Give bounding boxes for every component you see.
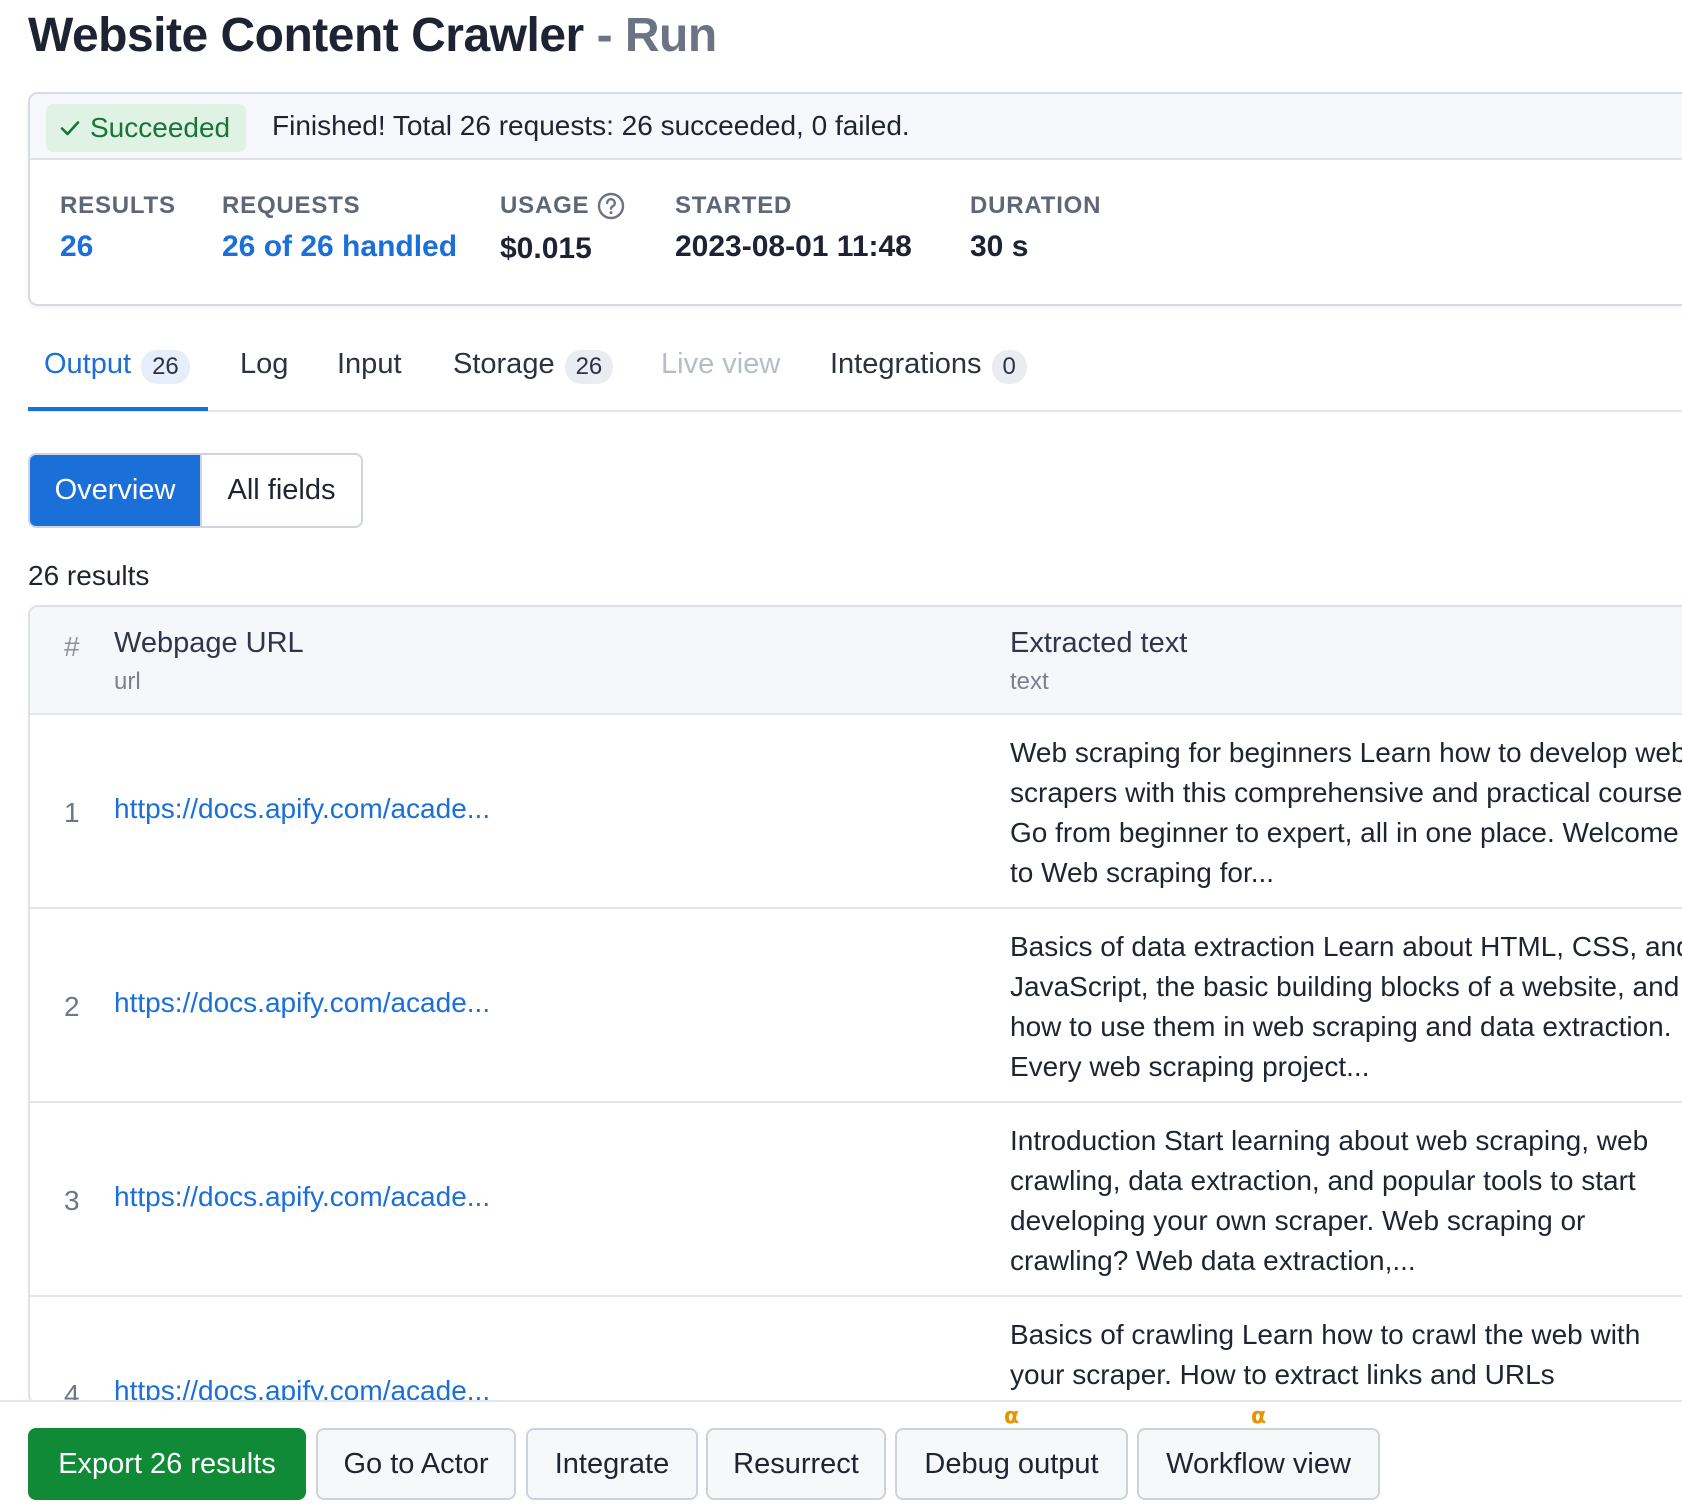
tab-live-view: Live view (661, 340, 780, 412)
all-fields-toggle-button[interactable]: All fields (200, 455, 361, 526)
row-index: 3 (64, 1185, 80, 1216)
row-url-link[interactable]: https://docs.apify.com/acade... (114, 987, 490, 1019)
tab-input-label: Input (337, 348, 402, 380)
tab-log[interactable]: Log (240, 340, 288, 412)
go-to-actor-button[interactable]: Go to Actor (316, 1428, 516, 1500)
workflow-view-label: Workflow view (1166, 1447, 1351, 1480)
table-row: 2 https://docs.apify.com/acade... Basics… (30, 909, 1682, 1103)
stat-started-value: 2023-08-01 11:48 (675, 230, 912, 263)
column-url-header: Webpage URL url (114, 627, 304, 696)
tab-live-view-label: Live view (661, 348, 781, 380)
table-header: # Webpage URL url Extracted text text (30, 607, 1682, 715)
tab-storage[interactable]: Storage 26 (453, 340, 614, 412)
view-toggle: Overview All fields (28, 453, 363, 528)
export-results-button[interactable]: Export 26 results (28, 1428, 306, 1500)
row-extracted-text: Web scraping for beginners Learn how to … (1010, 737, 1682, 888)
run-summary-card: Succeeded Finished! Total 26 requests: 2… (28, 92, 1682, 306)
stat-started-label: STARTED (675, 192, 793, 219)
row-index: 2 (64, 991, 80, 1022)
row-url-link[interactable]: https://docs.apify.com/acade... (114, 793, 490, 825)
tab-integrations-label: Integrations (830, 348, 982, 380)
tab-output[interactable]: Output 26 (28, 340, 208, 411)
overview-toggle-button[interactable]: Overview (30, 455, 200, 526)
stat-usage-label: USAGE (500, 192, 590, 219)
stat-results-label: RESULTS (60, 192, 176, 219)
stat-requests-label: REQUESTS (222, 192, 361, 219)
debug-output-button[interactable]: α Debug output (895, 1404, 1128, 1500)
stat-duration-value: 30 s (970, 230, 1029, 263)
results-count: 26 results (28, 560, 150, 591)
stat-usage-header: USAGE (500, 192, 625, 220)
status-message: Finished! Total 26 requests: 26 succeede… (272, 110, 910, 141)
row-extracted-text: Introduction Start learning about web sc… (1010, 1125, 1649, 1276)
stat-usage: USAGE $0.015 (500, 192, 625, 266)
check-icon (60, 121, 80, 136)
actor-name: Website Content Crawler (28, 9, 584, 62)
tab-input[interactable]: Input (337, 340, 402, 412)
integrate-button[interactable]: Integrate (526, 1428, 698, 1500)
table-row: 3 https://docs.apify.com/acade... Introd… (30, 1103, 1682, 1297)
stat-duration: DURATION 30 s (970, 192, 1101, 264)
stat-requests-link[interactable]: 26 of 26 handled (222, 230, 457, 264)
stat-duration-label: DURATION (970, 192, 1102, 219)
title-suffix: Run (624, 9, 717, 62)
table-row: 1 https://docs.apify.com/acade... Web sc… (30, 715, 1682, 909)
tab-output-label: Output (44, 348, 132, 380)
tab-storage-count: 26 (564, 350, 614, 384)
status-bar: Succeeded Finished! Total 26 requests: 2… (30, 94, 1682, 160)
workflow-view-button[interactable]: α Workflow view (1137, 1404, 1380, 1500)
column-index-header: # (64, 631, 80, 662)
tab-integrations[interactable]: Integrations 0 (830, 340, 1027, 412)
row-index: 1 (64, 797, 80, 828)
alpha-badge: α (1250, 1404, 1267, 1429)
row-extracted-text: Basics of data extraction Learn about HT… (1010, 931, 1682, 1082)
column-text-title: Extracted text (1010, 627, 1188, 659)
debug-output-label: Debug output (924, 1447, 1099, 1480)
table-row: 4 https://docs.apify.com/acade... Basics… (30, 1297, 1682, 1403)
tab-output-count: 26 (141, 350, 190, 384)
status-badge: Succeeded (46, 104, 247, 152)
run-tabs: Output 26 Log Input Storage 26 Live view… (28, 340, 1682, 412)
column-text-header: Extracted text text (1010, 627, 1187, 696)
stat-results: RESULTS 26 (60, 192, 176, 264)
results-table: # Webpage URL url Extracted text text 1 … (28, 605, 1682, 1405)
column-text-key: text (1010, 668, 1049, 695)
help-icon[interactable] (597, 192, 625, 220)
action-bar: Export 26 results Go to Actor Integrate … (0, 1400, 1682, 1506)
stat-usage-value: $0.015 (500, 232, 592, 265)
stat-results-link[interactable]: 26 (60, 230, 176, 264)
status-badge-label: Succeeded (90, 112, 231, 143)
tab-storage-label: Storage (453, 348, 555, 380)
tab-integrations-count: 0 (991, 350, 1027, 384)
resurrect-button[interactable]: Resurrect (706, 1428, 886, 1500)
tab-log-label: Log (240, 348, 289, 380)
page-title: Website Content Crawler - Run (28, 8, 717, 63)
stat-started: STARTED 2023-08-01 11:48 (675, 192, 912, 264)
stat-requests: REQUESTS 26 of 26 handled (222, 192, 457, 264)
title-separator: - (596, 9, 613, 62)
alpha-badge: α (1003, 1404, 1020, 1429)
row-extracted-text: Basics of crawling Learn how to crawl th… (1010, 1319, 1641, 1390)
row-url-link[interactable]: https://docs.apify.com/acade... (114, 1181, 490, 1213)
column-url-key: url (114, 668, 141, 695)
column-url-title: Webpage URL (114, 627, 304, 659)
